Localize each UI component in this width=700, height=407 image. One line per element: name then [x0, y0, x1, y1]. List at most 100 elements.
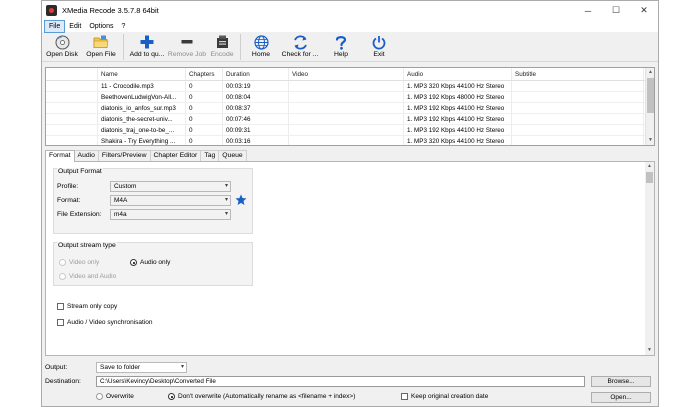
- profile-value: Custom: [114, 183, 137, 190]
- video-and-audio-label: Video and Audio: [69, 273, 117, 280]
- exit-button[interactable]: Exit: [360, 34, 398, 62]
- column-header-audio[interactable]: Audio: [404, 68, 512, 80]
- maximize-button[interactable]: ☐: [602, 1, 630, 20]
- table-cell: [289, 103, 404, 113]
- format-value: M4A: [114, 197, 128, 204]
- panel-scrollbar[interactable]: ▲ ▼: [645, 162, 654, 355]
- table-row[interactable]: 11 - Crocodile.mp3 0 00:03:19 1. MP3 320…: [46, 81, 654, 92]
- table-cell: 00:03:19: [223, 81, 289, 91]
- disc-icon: [55, 34, 70, 50]
- open-folder-button[interactable]: Open...: [591, 392, 651, 403]
- av-sync-checkbox[interactable]: Audio / Video synchronisation: [57, 319, 153, 326]
- column-header[interactable]: [46, 68, 98, 80]
- table-row[interactable]: diatonis_the-secret-univ... 0 00:07:46 1…: [46, 114, 654, 125]
- minimize-button[interactable]: ─: [574, 1, 602, 20]
- audio-only-radio[interactable]: Audio only: [130, 259, 170, 266]
- check-updates-button[interactable]: Check for ...: [278, 34, 322, 62]
- browse-button[interactable]: Browse...: [591, 376, 651, 387]
- file-list-header: Name Chapters Duration Video Audio Subti…: [46, 68, 654, 81]
- table-cell: [512, 114, 644, 124]
- radio-circle-icon: [59, 273, 66, 280]
- open-disk-button[interactable]: Open Disk: [42, 34, 82, 62]
- tab-filters-preview[interactable]: Filters/Preview: [97, 150, 151, 161]
- file-list[interactable]: Name Chapters Duration Video Audio Subti…: [45, 67, 655, 146]
- encode-button[interactable]: Encode: [207, 34, 237, 62]
- refresh-icon: [293, 34, 308, 50]
- column-header-subtitle[interactable]: Subtitle: [512, 68, 644, 80]
- table-cell: BeethovenLudwigVon-All...: [98, 92, 186, 102]
- settings-tabs: Format Audio Filters/Preview Chapter Edi…: [45, 150, 247, 162]
- chevron-down-icon: ▾: [224, 211, 228, 217]
- destination-input[interactable]: C:\Users\Kevincy\Desktop\Converted File: [96, 376, 585, 387]
- column-header-name[interactable]: Name: [98, 68, 186, 80]
- table-cell: [46, 125, 98, 135]
- keep-creation-date-label: Keep original creation date: [411, 393, 489, 400]
- profile-select[interactable]: Custom ▾: [110, 181, 231, 192]
- remove-job-button[interactable]: Remove Job: [167, 34, 207, 62]
- folder-icon: [93, 34, 109, 50]
- file-list-scrollbar[interactable]: ▲ ▼: [645, 68, 654, 145]
- video-and-audio-radio[interactable]: Video and Audio: [59, 273, 116, 280]
- format-select[interactable]: M4A ▾: [110, 195, 231, 206]
- table-cell: 00:07:46: [223, 114, 289, 124]
- audio-only-label: Audio only: [140, 259, 171, 266]
- output-select[interactable]: Save to folder ▾: [96, 362, 187, 373]
- overwrite-radio[interactable]: Overwrite: [96, 393, 134, 400]
- table-row[interactable]: BeethovenLudwigVon-All... 0 00:08:04 1. …: [46, 92, 654, 103]
- table-row[interactable]: Shakira - Try Everything ... 0 00:03:16 …: [46, 136, 654, 145]
- table-row[interactable]: diatonis_io_anfos_sur.mp3 0 00:08:37 1. …: [46, 103, 654, 114]
- favorite-star-icon[interactable]: [235, 194, 247, 206]
- open-file-button[interactable]: Open File: [82, 34, 120, 62]
- menu-options[interactable]: Options: [85, 21, 117, 32]
- dont-overwrite-label: Don't overwrite (Automatically rename as…: [178, 393, 356, 400]
- tab-format[interactable]: Format: [45, 150, 75, 162]
- tab-chapter-editor[interactable]: Chapter Editor: [149, 150, 202, 161]
- scroll-up-icon[interactable]: ▲: [646, 68, 654, 77]
- tab-tag[interactable]: Tag: [200, 150, 220, 161]
- help-icon: [335, 34, 347, 50]
- checkbox-icon: [57, 319, 64, 326]
- add-to-queue-button[interactable]: Add to qu...: [127, 34, 167, 62]
- scroll-down-icon[interactable]: ▼: [646, 136, 654, 145]
- column-header-video[interactable]: Video: [289, 68, 404, 80]
- tab-audio[interactable]: Audio: [73, 150, 99, 161]
- table-cell: [46, 81, 98, 91]
- table-row[interactable]: diatonis_traj_one-to-be_... 0 00:09:31 1…: [46, 125, 654, 136]
- file-extension-select[interactable]: m4a ▾: [110, 209, 231, 220]
- toolbar-separator: [240, 34, 241, 60]
- dont-overwrite-radio[interactable]: Don't overwrite (Automatically rename as…: [168, 393, 355, 400]
- help-button[interactable]: Help: [322, 34, 360, 62]
- minus-icon: [181, 34, 193, 50]
- stream-only-copy-checkbox[interactable]: Stream only copy: [57, 303, 117, 310]
- checkbox-icon: [57, 303, 64, 310]
- video-only-radio[interactable]: Video only: [59, 259, 99, 266]
- column-header-chapters[interactable]: Chapters: [186, 68, 223, 80]
- format-label: Format:: [57, 197, 81, 204]
- destination-label: Destination:: [45, 378, 81, 385]
- menu-edit[interactable]: Edit: [65, 21, 85, 32]
- checkbox-icon: [401, 393, 408, 400]
- table-cell: 0: [186, 136, 223, 145]
- menu-file[interactable]: File: [44, 19, 66, 33]
- chevron-down-icon: ▾: [224, 183, 228, 189]
- column-header-duration[interactable]: Duration: [223, 68, 289, 80]
- scroll-up-icon[interactable]: ▲: [645, 162, 654, 171]
- tab-queue[interactable]: Queue: [218, 150, 247, 161]
- plus-icon: [140, 34, 154, 50]
- table-cell: [46, 92, 98, 102]
- keep-creation-date-checkbox[interactable]: Keep original creation date: [401, 393, 488, 400]
- encode-icon: [216, 34, 229, 50]
- window-title: XMedia Recode 3.5.7.8 64bit: [62, 6, 159, 15]
- scroll-down-icon[interactable]: ▼: [645, 346, 654, 355]
- menu-help[interactable]: ?: [117, 21, 129, 32]
- remove-job-label: Remove Job: [167, 51, 207, 58]
- table-cell: [289, 92, 404, 102]
- home-button[interactable]: Home: [244, 34, 278, 62]
- close-button[interactable]: ✕: [630, 1, 658, 20]
- table-cell: 1. MP3 192 Kbps 44100 Hz Stereo: [404, 125, 512, 135]
- file-extension-value: m4a: [114, 211, 127, 218]
- scroll-thumb[interactable]: [646, 172, 653, 183]
- scroll-thumb[interactable]: [647, 78, 654, 113]
- table-cell: 00:08:04: [223, 92, 289, 102]
- app-logo-icon: [46, 5, 57, 16]
